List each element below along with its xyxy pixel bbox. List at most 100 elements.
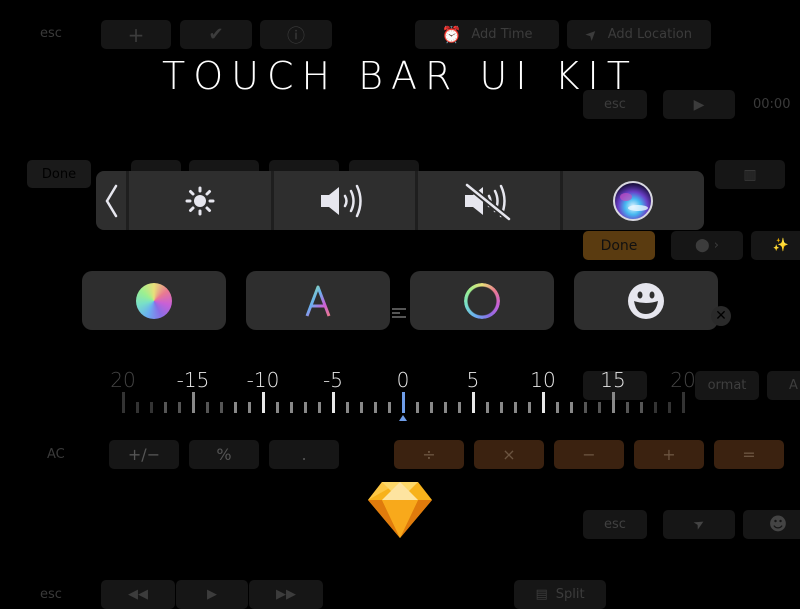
color-ring-icon — [464, 282, 500, 319]
align-button[interactable]: A — [767, 371, 800, 400]
time-readout: 00:00 — [753, 97, 791, 112]
major-tick — [191, 392, 195, 413]
back-button[interactable] — [96, 171, 129, 230]
location-arrow-icon: ➤ — [582, 24, 602, 45]
blend-button[interactable]: ⬤ › — [671, 231, 743, 260]
format-button[interactable]: ormat — [695, 371, 759, 400]
minor-tick — [219, 402, 223, 413]
scale-label: 0 — [396, 368, 410, 392]
brightness-button[interactable] — [129, 171, 274, 230]
emoji-button[interactable] — [574, 271, 718, 330]
control-strip — [96, 171, 704, 230]
minor-tick — [597, 402, 601, 413]
columns-icon: ▥ — [743, 166, 757, 183]
minor-tick — [303, 402, 307, 413]
minor-tick — [457, 402, 461, 413]
minor-tick — [289, 402, 293, 413]
stroke-color-button[interactable] — [410, 271, 554, 330]
text-color-button[interactable] — [246, 271, 390, 330]
scale-label: -10 — [246, 368, 280, 392]
page-title: TOUCH BAR UI KIT — [162, 54, 638, 98]
minor-tick — [387, 402, 391, 413]
minor-tick — [135, 402, 139, 413]
minor-tick — [233, 402, 237, 413]
major-tick — [681, 392, 685, 413]
minor-tick — [345, 402, 349, 413]
add-location-button[interactable]: ➤ Add Location — [567, 20, 711, 49]
send-button[interactable]: ➤ — [663, 510, 735, 539]
minor-tick — [583, 402, 587, 413]
minor-tick — [359, 402, 363, 413]
minor-tick — [555, 402, 559, 413]
minor-tick — [247, 402, 251, 413]
siri-icon — [613, 180, 654, 221]
checkmark-icon: ✔ — [208, 24, 224, 45]
scale-label: 20 — [110, 368, 136, 392]
minor-tick — [163, 402, 167, 413]
minus-key[interactable]: − — [554, 440, 624, 469]
minor-tick — [205, 402, 209, 413]
info-button[interactable]: ⓘ — [260, 20, 332, 49]
play-button-bottom[interactable]: ▶ — [176, 580, 248, 609]
add-time-label: Add Time — [471, 27, 533, 42]
align-icon — [392, 308, 406, 320]
minor-tick — [443, 402, 447, 413]
text-color-icon — [305, 285, 331, 317]
minor-tick — [653, 402, 657, 413]
minor-tick — [499, 402, 503, 413]
major-tick — [471, 392, 475, 413]
esc-label: esc — [40, 26, 62, 41]
done-button-ghost[interactable]: Done — [27, 160, 91, 188]
major-tick — [401, 392, 405, 413]
volume-button[interactable] — [274, 171, 418, 230]
add-location-label: Add Location — [607, 27, 693, 42]
magic-wand-button[interactable]: ✨ — [751, 231, 800, 260]
smiley-icon: ☻ — [768, 514, 788, 535]
minor-tick — [149, 402, 153, 413]
percent-key[interactable]: % — [189, 440, 259, 469]
close-icon[interactable]: ✕ — [711, 306, 731, 326]
done-button[interactable]: Done — [583, 231, 655, 260]
emoji-button-ghost[interactable]: ☻ — [743, 510, 800, 539]
decimal-key[interactable]: . — [269, 440, 339, 469]
mute-button[interactable] — [418, 171, 563, 230]
confirm-button[interactable]: ✔ — [180, 20, 252, 49]
minor-tick — [625, 402, 629, 413]
ghost-column-button[interactable]: ▥ — [715, 160, 785, 189]
mute-icon — [464, 182, 511, 221]
minor-tick — [177, 402, 181, 413]
major-tick — [541, 392, 545, 413]
brightness-icon — [185, 186, 215, 215]
divide-key[interactable]: ÷ — [394, 440, 464, 469]
minor-tick — [415, 402, 419, 413]
blend-icon: ⬤ › — [695, 238, 719, 253]
minor-tick — [639, 402, 643, 413]
scale-label: 20 — [670, 368, 696, 392]
esc-button-ghost[interactable] — [583, 371, 647, 400]
equals-key[interactable]: = — [714, 440, 784, 469]
scale-label: 10 — [530, 368, 556, 392]
add-button[interactable]: + — [101, 20, 171, 49]
info-icon: ⓘ — [287, 25, 305, 47]
scale-label: 5 — [466, 368, 480, 392]
plus-key[interactable]: + — [634, 440, 704, 469]
color-picker-button[interactable] — [82, 271, 226, 330]
color-wheel-icon — [136, 282, 172, 319]
siri-button[interactable] — [563, 171, 705, 230]
add-time-button[interactable]: ⏰ Add Time — [415, 20, 559, 49]
plus-minus-key[interactable]: +/− — [109, 440, 179, 469]
scale-label: -5 — [323, 368, 343, 392]
ac-label: AC — [47, 447, 65, 462]
minor-tick — [513, 402, 517, 413]
multiply-key[interactable]: × — [474, 440, 544, 469]
minor-tick — [317, 402, 321, 413]
split-button[interactable]: ▤ Split — [514, 580, 606, 609]
fast-forward-button[interactable]: ▶▶ — [249, 580, 323, 609]
alarm-clock-icon: ⏰ — [441, 25, 462, 44]
minor-tick — [373, 402, 377, 413]
major-tick — [121, 392, 125, 413]
esc-button-bottom[interactable]: esc — [583, 510, 647, 539]
rewind-button[interactable]: ◀◀ — [101, 580, 175, 609]
scale-label: -15 — [176, 368, 210, 392]
emoji-icon — [628, 282, 664, 319]
